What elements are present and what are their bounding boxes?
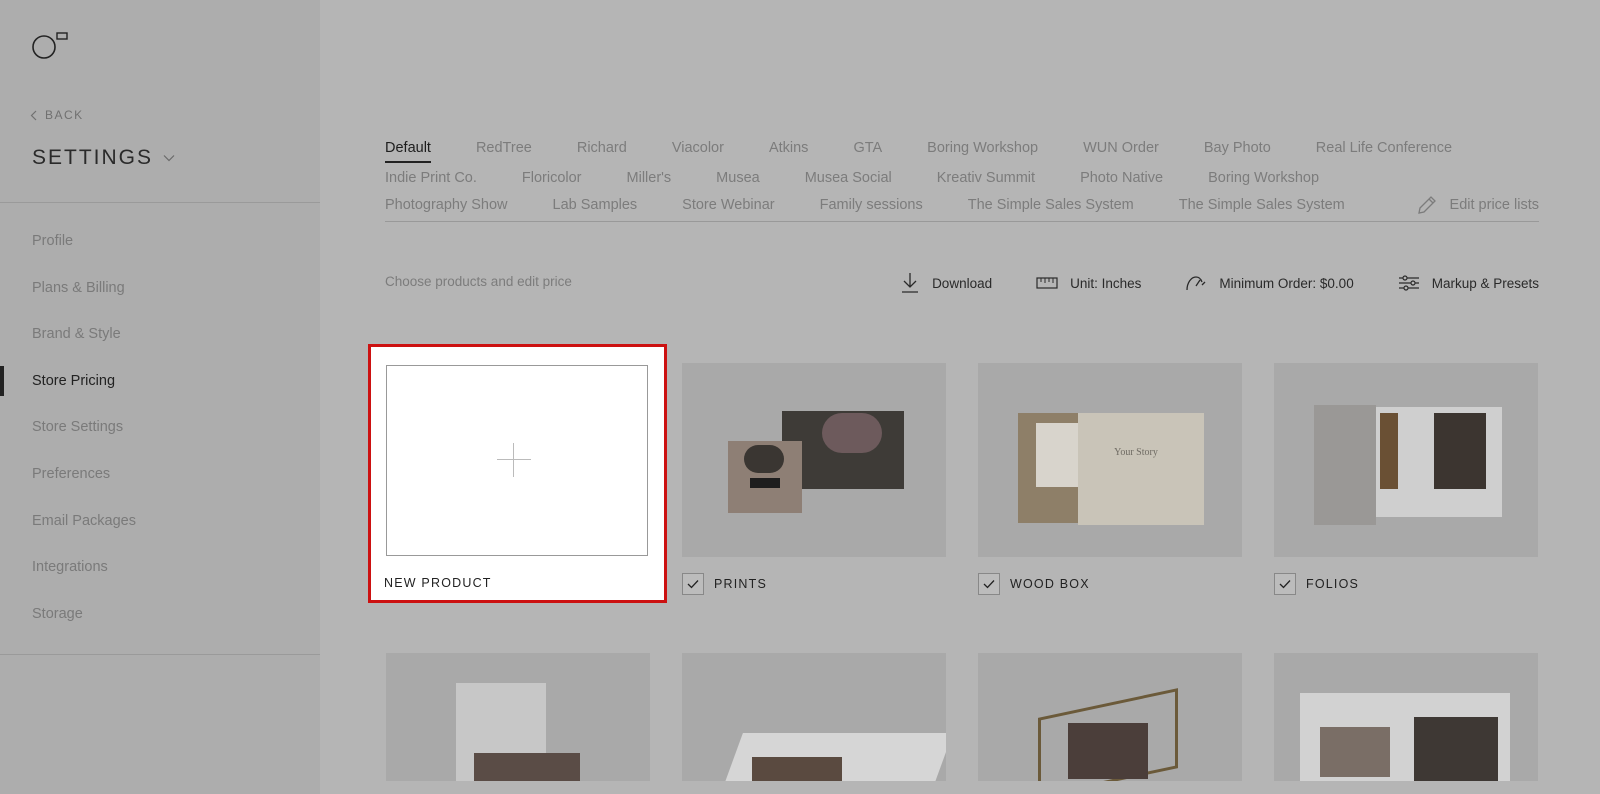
new-product-label: NEW PRODUCT [384,576,492,590]
tab-bay-photo[interactable]: Bay Photo [1204,140,1271,156]
download-button[interactable]: Download [900,272,992,294]
tab-musea-social[interactable]: Musea Social [805,170,892,186]
price-list-tabs: Default RedTree Richard Viacolor Atkins … [385,138,1539,222]
minimum-order-label: Minimum Order: $0.00 [1219,275,1354,291]
tab-kreativ-summit[interactable]: Kreativ Summit [937,170,1035,186]
settings-dropdown[interactable]: SETTINGS [32,146,175,170]
sidebar-nav: Profile Plans & Billing Brand & Style St… [0,226,320,645]
download-label: Download [932,275,993,291]
pencil-icon [1417,196,1436,214]
product-image[interactable] [682,653,946,781]
check-icon [1279,580,1291,589]
back-label: BACK [45,108,84,122]
tab-wun-order[interactable]: WUN Order [1083,140,1159,156]
tab-gta[interactable]: GTA [853,140,882,156]
tab-millers[interactable]: Miller's [627,170,672,186]
product-card-prints[interactable]: PRINTS [682,363,946,595]
product-checkbox[interactable] [1274,573,1296,595]
check-icon [983,580,995,589]
page-title: SETTINGS [32,146,154,169]
gauge-icon [1186,276,1206,291]
tab-redtree[interactable]: RedTree [476,140,532,156]
sidebar-item-email-packages[interactable]: Email Packages [0,506,320,553]
product-card-glass-box[interactable] [978,653,1242,781]
sliders-icon [1398,275,1419,291]
product-card-box[interactable] [386,653,650,781]
sidebar-item-brand-style[interactable]: Brand & Style [0,319,320,366]
tab-lab-samples[interactable]: Lab Samples [553,197,638,213]
tab-musea[interactable]: Musea [716,170,760,186]
tab-row: Photography Show Lab Samples Store Webin… [385,197,1345,213]
check-icon [687,580,699,589]
sidebar-item-storage[interactable]: Storage [0,599,320,646]
sidebar-item-store-settings[interactable]: Store Settings [0,412,320,459]
product-image[interactable] [682,363,946,557]
markup-presets-label: Markup & Presets [1431,275,1539,291]
product-checkbox[interactable] [978,573,1000,595]
tab-atkins[interactable]: Atkins [769,140,809,156]
tab-boring-workshop[interactable]: Boring Workshop [927,140,1038,156]
tab-floricolor[interactable]: Floricolor [522,170,582,186]
markup-presets-button[interactable]: Markup & Presets [1398,274,1539,292]
tab-indie-print-co[interactable]: Indie Print Co. [385,170,477,186]
product-card-album[interactable] [682,653,946,781]
unit-selector[interactable]: Unit: Inches [1036,276,1141,291]
back-link[interactable]: BACK [30,108,84,122]
ruler-icon [1036,277,1058,289]
tab-photography-show[interactable]: Photography Show [385,197,508,213]
product-checkbox[interactable] [682,573,704,595]
product-card-book[interactable] [1274,653,1538,781]
section-subtitle: Choose products and edit price [385,274,572,289]
product-label: PRINTS [714,577,768,591]
sidebar-item-integrations[interactable]: Integrations [0,552,320,599]
sidebar-divider [0,202,320,203]
edit-price-lists-button[interactable]: Edit price lists [1416,194,1539,216]
tab-family-sessions[interactable]: Family sessions [820,197,923,213]
tab-simple-sales-system[interactable]: The Simple Sales System [968,197,1134,213]
minimum-order-button[interactable]: Minimum Order: $0.00 [1185,274,1354,292]
tab-boring-workshop-2[interactable]: Boring Workshop [1208,170,1319,186]
product-label: WOOD BOX [1010,577,1090,591]
product-card-wood-box[interactable]: Your Story WOOD BOX [978,363,1242,595]
product-image[interactable] [386,653,650,781]
new-product-placeholder[interactable] [386,365,648,556]
product-label: FOLIOS [1306,577,1360,591]
tab-store-webinar[interactable]: Store Webinar [682,197,774,213]
sidebar-item-store-pricing[interactable]: Store Pricing [0,365,320,413]
product-image[interactable] [1274,653,1538,781]
product-image[interactable] [978,653,1242,781]
sidebar: BACK SETTINGS Profile Plans & Billing Br… [0,0,320,794]
sidebar-divider [0,654,320,655]
toolbar: Download Unit: Inches Minimum Order: $0.… [900,272,1539,294]
sidebar-item-profile[interactable]: Profile [0,226,320,273]
sidebar-item-plans-billing[interactable]: Plans & Billing [0,273,320,320]
edit-price-lists-label: Edit price lists [1449,197,1539,213]
tab-simple-sales-system-2[interactable]: The Simple Sales System [1179,197,1345,213]
tab-real-life-conference[interactable]: Real Life Conference [1316,140,1452,156]
download-icon [902,273,919,293]
logo-icon[interactable] [32,32,72,62]
unit-label: Unit: Inches [1070,275,1142,291]
product-card-folios[interactable]: FOLIOS [1274,363,1538,595]
chevron-left-icon [30,110,37,120]
tab-viacolor[interactable]: Viacolor [672,140,724,156]
plus-icon [497,443,531,477]
tab-photo-native[interactable]: Photo Native [1080,170,1163,186]
tab-default[interactable]: Default [385,140,431,163]
product-image[interactable] [1274,363,1538,557]
wood-box-engraving: Your Story [1114,447,1158,458]
tab-row: Indie Print Co. Floricolor Miller's Muse… [385,170,1319,186]
product-image[interactable]: Your Story [978,363,1242,557]
sidebar-item-preferences[interactable]: Preferences [0,459,320,506]
new-product-card[interactable]: NEW PRODUCT [368,344,667,603]
tab-richard[interactable]: Richard [577,140,627,156]
chevron-down-icon [163,155,175,162]
tab-row: Default RedTree Richard Viacolor Atkins … [385,140,1452,163]
